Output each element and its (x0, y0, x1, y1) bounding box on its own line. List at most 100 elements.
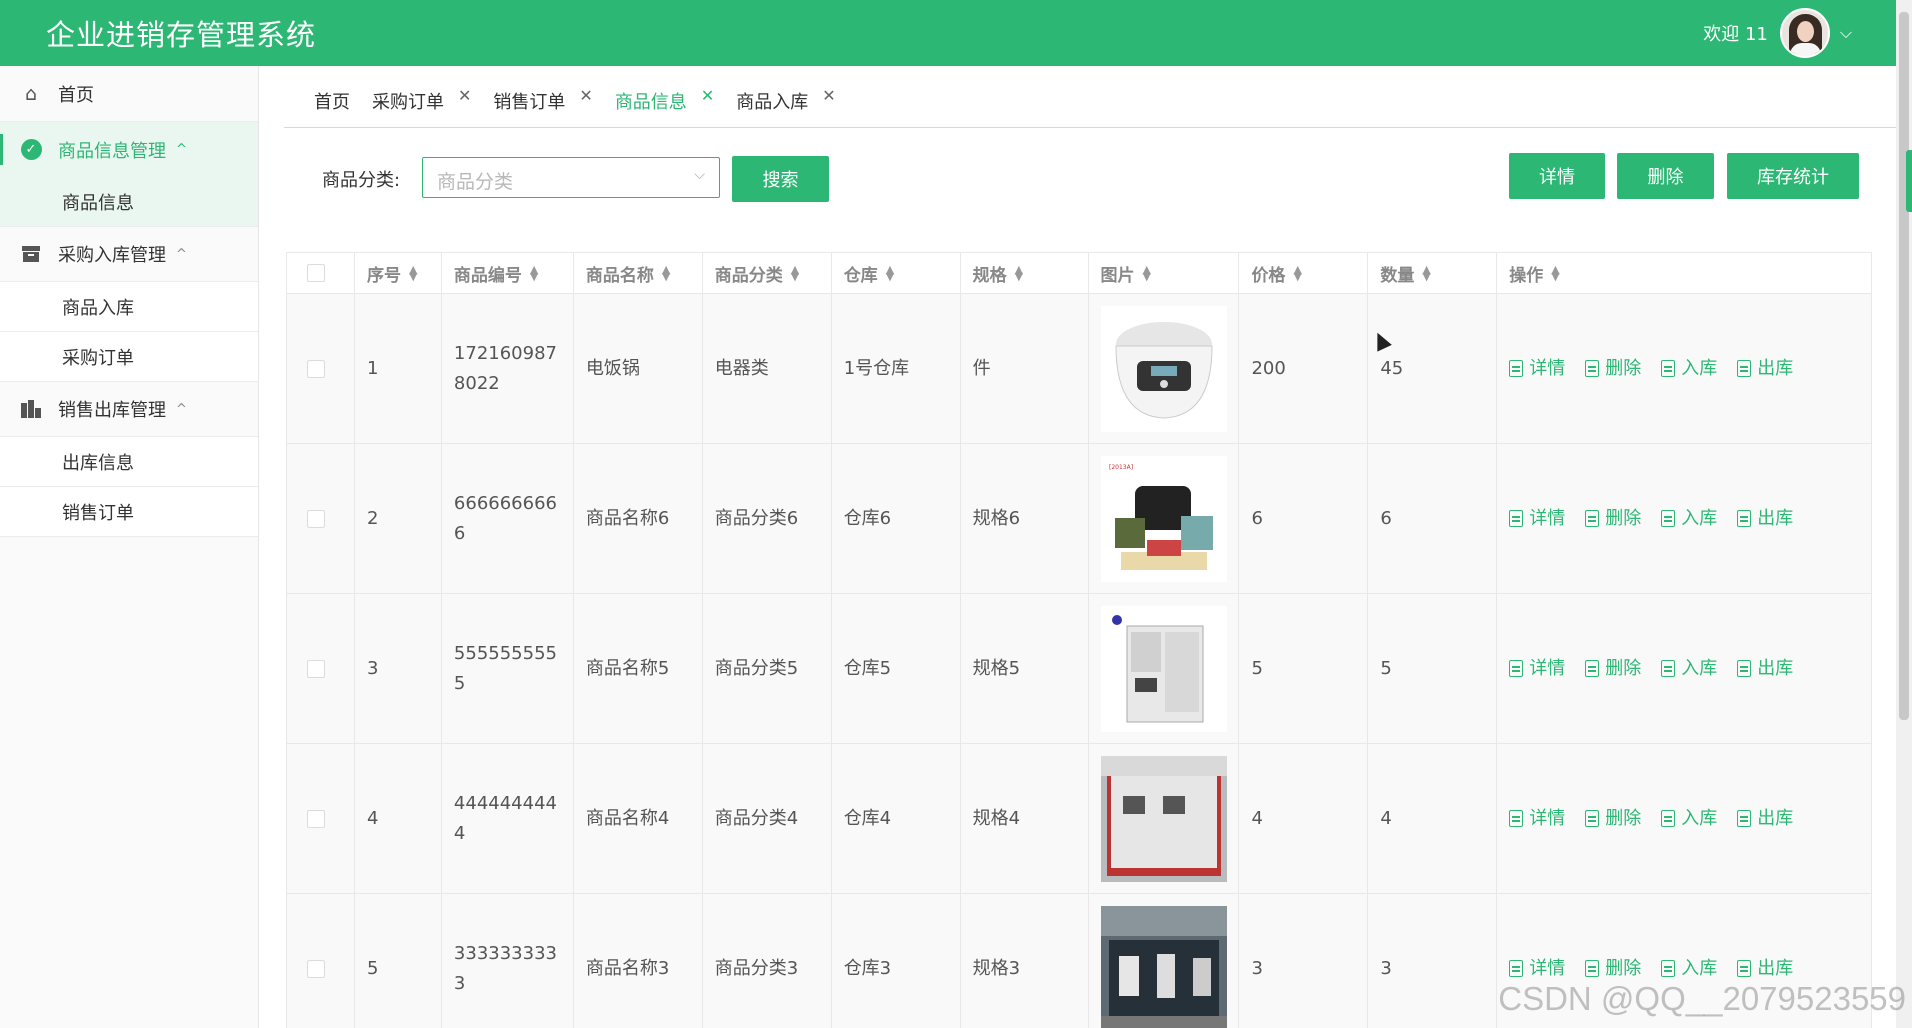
column-header[interactable]: 数量 ▲ ▼ (1368, 253, 1498, 293)
avatar[interactable] (1779, 8, 1830, 58)
sort-icon[interactable]: ▲ ▼ (409, 264, 417, 282)
row-select-cell[interactable] (287, 744, 355, 893)
sidebar-item-home[interactable]: ⌂ 首页 (0, 66, 258, 122)
sidebar-item-stock-in[interactable]: 商品入库 (0, 282, 258, 332)
column-header[interactable]: 操作 ▲ ▼ (1497, 253, 1871, 293)
sidebar-item-product-info[interactable]: 商品信息 (0, 177, 258, 227)
row-select-cell[interactable] (287, 444, 355, 593)
row-detail-link[interactable]: 详情 (1509, 504, 1565, 534)
sort-icon[interactable]: ▲ ▼ (886, 264, 894, 282)
category-select[interactable]: 商品分类 ⌵ (422, 157, 720, 198)
close-icon[interactable]: ✕ (822, 86, 835, 105)
document-icon (1585, 660, 1600, 677)
cell-price: 3 (1239, 894, 1369, 1028)
row-checkbox[interactable] (307, 809, 325, 828)
row-delete-link[interactable]: 删除 (1585, 954, 1641, 984)
row-stock-in-link[interactable]: 入库 (1661, 954, 1717, 984)
row-checkbox[interactable] (307, 959, 325, 978)
table-row[interactable]: 4 4444444444 商品名称4 商品分类4 仓库4 规格4 4 4 详情 删除 入库 出库 (287, 744, 1871, 894)
row-checkbox[interactable] (307, 509, 325, 528)
row-stock-out-link[interactable]: 出库 (1737, 954, 1793, 984)
document-icon (1509, 810, 1524, 827)
column-header[interactable]: 商品分类 ▲ ▼ (703, 253, 832, 293)
tab-sales-order[interactable]: 销售订单 ✕ (493, 83, 592, 119)
sort-icon[interactable]: ▲ ▼ (1422, 264, 1430, 282)
column-header[interactable]: 价格 ▲ ▼ (1239, 253, 1369, 293)
sidebar-item-sales-order[interactable]: 销售订单 (0, 487, 258, 537)
stock-stats-button[interactable]: 库存统计 (1727, 153, 1859, 199)
row-stock-out-link[interactable]: 出库 (1737, 354, 1793, 384)
table-row[interactable]: 2 6666666666 商品名称6 商品分类6 仓库6 规格6 [2013A] 6 6 详情 删除… (287, 444, 1871, 594)
column-header[interactable]: 规格 ▲ ▼ (961, 253, 1089, 293)
sort-icon[interactable]: ▲ ▼ (1293, 264, 1301, 282)
row-delete-link[interactable]: 删除 (1585, 804, 1641, 834)
row-detail-link[interactable]: 详情 (1509, 354, 1565, 384)
row-select-cell[interactable] (287, 294, 355, 443)
cell-name: 商品名称5 (574, 594, 703, 743)
document-icon (1509, 510, 1524, 527)
check-circle-icon: ✓ (20, 139, 42, 161)
document-icon (1509, 660, 1524, 677)
rice-cooker-image (1100, 305, 1227, 432)
row-checkbox[interactable] (307, 359, 325, 378)
sidebar-group-product-info[interactable]: ✓ 商品信息管理 ^ (0, 122, 258, 177)
column-header[interactable]: 仓库 ▲ ▼ (832, 253, 961, 293)
sidebar-group-purchase[interactable]: 采购入库管理 ^ (0, 227, 258, 282)
sidebar-item-label: 采购订单 (62, 347, 134, 369)
document-icon (1585, 810, 1600, 827)
row-stock-in-link[interactable]: 入库 (1661, 504, 1717, 534)
close-icon[interactable]: ✕ (458, 86, 471, 105)
cell-index: 1 (355, 294, 442, 443)
row-stock-in-link[interactable]: 入库 (1661, 804, 1717, 834)
sidebar-item-stock-out[interactable]: 出库信息 (0, 437, 258, 487)
row-delete-link[interactable]: 删除 (1585, 354, 1641, 384)
close-icon[interactable]: ✕ (701, 86, 714, 105)
sort-icon[interactable]: ▲ ▼ (1143, 264, 1151, 282)
sort-icon[interactable]: ▲ ▼ (662, 264, 670, 282)
delete-button[interactable]: 删除 (1617, 153, 1714, 199)
home-icon: ⌂ (24, 82, 38, 105)
column-header[interactable]: 商品编号 ▲ ▼ (442, 253, 574, 293)
sidebar-item-purchase-order[interactable]: 采购订单 (0, 332, 258, 382)
scrollbar-thumb[interactable] (1899, 12, 1909, 720)
row-select-cell[interactable] (287, 594, 355, 743)
document-icon (1661, 810, 1676, 827)
table-row[interactable]: 1 1721609878022 电饭锅 电器类 1号仓库件 200 45 详情 删除 入库 出库 (287, 294, 1871, 444)
close-icon[interactable]: ✕ (579, 86, 592, 105)
sort-icon[interactable]: ▲ ▼ (1551, 264, 1559, 282)
row-stock-out-link[interactable]: 出库 (1737, 654, 1793, 684)
search-button[interactable]: 搜索 (732, 156, 829, 202)
sort-icon[interactable]: ▲ ▼ (791, 264, 799, 282)
sort-icon[interactable]: ▲ ▼ (1015, 264, 1023, 282)
row-stock-out-link[interactable]: 出库 (1737, 504, 1793, 534)
table-row[interactable]: 3 5555555555 商品名称5 商品分类5 仓库5 规格5 5 5 详情 删除 入库 出库 (287, 594, 1871, 744)
column-header[interactable]: 序号 ▲ ▼ (355, 253, 442, 293)
row-select-cell[interactable] (287, 894, 355, 1028)
row-delete-link[interactable]: 删除 (1585, 504, 1641, 534)
column-header[interactable]: 商品名称 ▲ ▼ (574, 253, 703, 293)
row-delete-link[interactable]: 删除 (1585, 654, 1641, 684)
chevron-down-icon: ⌵ (694, 167, 705, 183)
column-header[interactable]: 图片 ▲ ▼ (1089, 253, 1240, 293)
sort-icon[interactable]: ▲ ▼ (530, 264, 538, 282)
row-stock-in-link[interactable]: 入库 (1661, 354, 1717, 384)
sidebar-group-sales[interactable]: 销售出库管理 ^ (0, 382, 258, 437)
user-menu[interactable]: 欢迎 11 ⌵ (1703, 8, 1852, 58)
page-scrollbar[interactable] (1896, 0, 1912, 1028)
tab-home[interactable]: 首页 (284, 83, 350, 119)
row-stock-in-link[interactable]: 入库 (1661, 654, 1717, 684)
row-detail-link[interactable]: 详情 (1509, 954, 1565, 984)
row-detail-link[interactable]: 详情 (1509, 804, 1565, 834)
row-checkbox[interactable] (307, 659, 325, 678)
row-stock-out-link[interactable]: 出库 (1737, 804, 1793, 834)
row-detail-link[interactable]: 详情 (1509, 654, 1565, 684)
detail-button[interactable]: 详情 (1509, 153, 1605, 199)
chevron-up-icon: ^ (176, 401, 187, 417)
tab-purchase-order[interactable]: 采购订单 ✕ (372, 83, 471, 119)
tab-product-info[interactable]: 商品信息 ✕ (615, 83, 714, 119)
tab-stock-in[interactable]: 商品入库 ✕ (736, 83, 835, 119)
select-all-cell[interactable] (287, 253, 355, 293)
chevron-down-icon[interactable]: ⌵ (1840, 23, 1852, 43)
select-all-checkbox[interactable] (307, 264, 325, 282)
document-icon (1737, 510, 1752, 527)
